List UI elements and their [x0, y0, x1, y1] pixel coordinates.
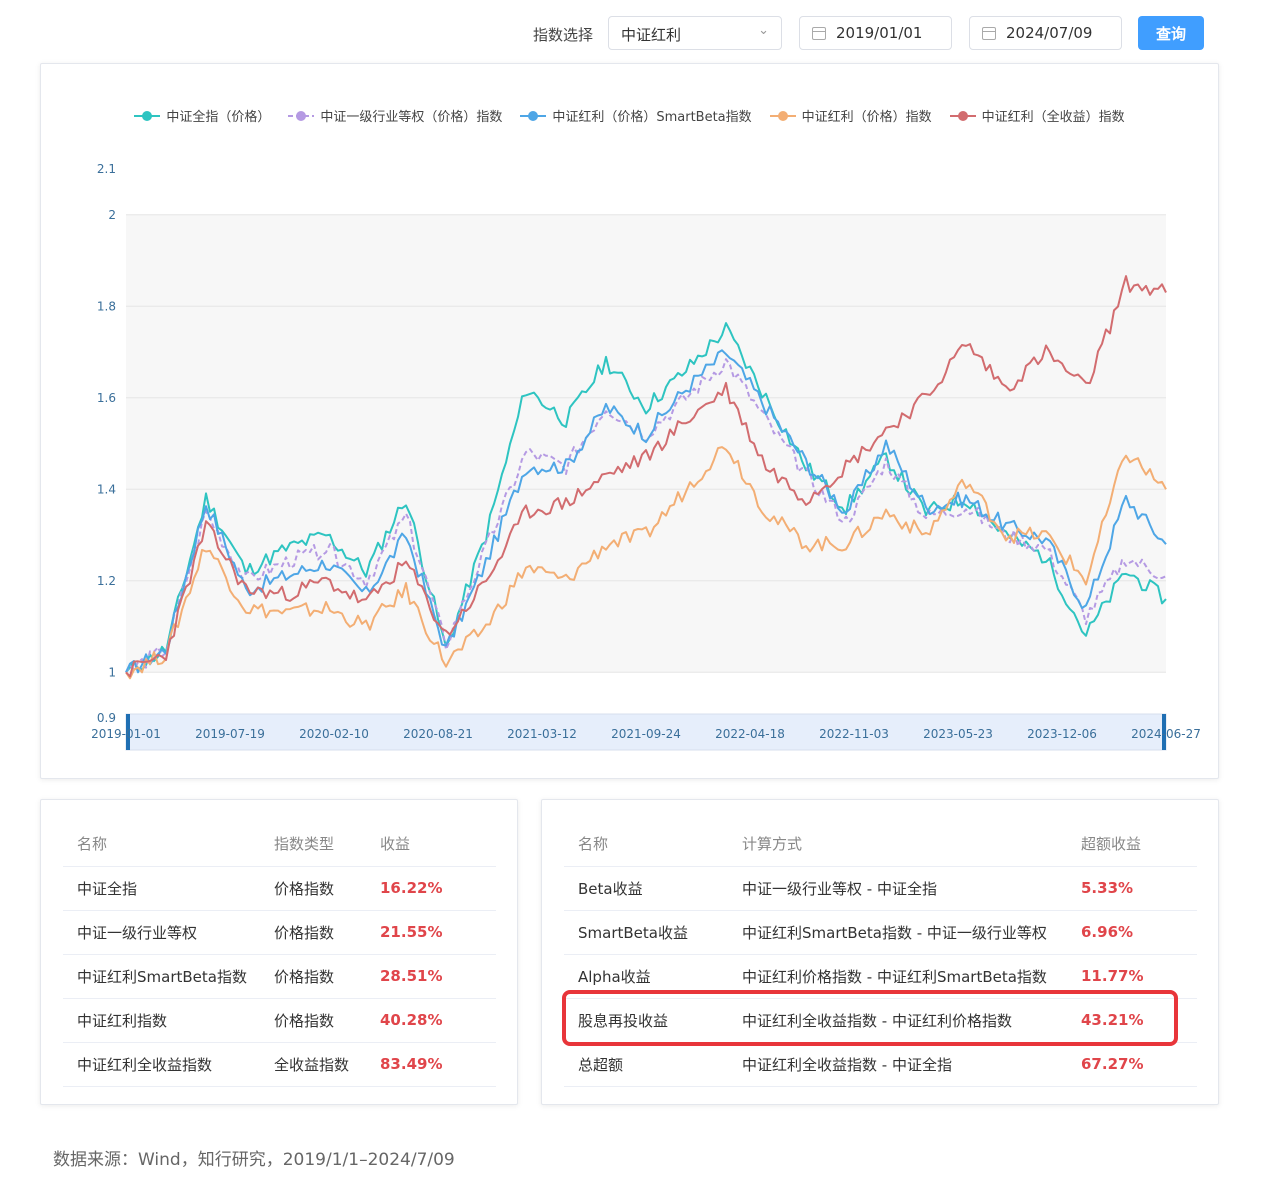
table-row: 中证红利指数 价格指数 40.28%: [63, 998, 496, 1043]
x-tick-label: 2022-04-18: [715, 727, 785, 741]
index-select-value: 中证红利: [621, 26, 682, 44]
y-tick-label: 2.1: [97, 162, 116, 176]
excess-return-table-card: 名称 计算方式 超额收益 Beta收益 中证一级行业等权 - 中证全指 5.33% …: [541, 799, 1219, 1105]
return-value: 28.51%: [366, 954, 496, 999]
column-header: 名称: [63, 822, 260, 867]
x-tick-label: 2023-05-23: [923, 727, 993, 741]
table-row: 中证一级行业等权 价格指数 21.55%: [63, 910, 496, 955]
index-return-table-card: 名称 指数类型 收益 中证全指 价格指数 16.22% 中证一级行业等权 价格指数 21…: [40, 799, 518, 1105]
x-tick-label: 2024-06-27: [1131, 727, 1201, 741]
column-header: 超额收益: [1067, 822, 1197, 867]
column-header: 收益: [366, 822, 496, 867]
x-tick-label: 2021-09-24: [611, 727, 681, 741]
table-row: SmartBeta收益 中证红利SmartBeta指数 - 中证一级行业等权 6.9…: [564, 910, 1197, 955]
return-value: 16.22%: [366, 866, 496, 911]
x-tick-label: 2019-01-01: [91, 727, 161, 741]
start-date-picker[interactable]: 2019/01/01: [799, 16, 952, 50]
return-value: 83.49%: [366, 1042, 496, 1087]
y-tick-label: 1.6: [97, 391, 116, 405]
excess-return-table: 名称 计算方式 超额收益 Beta收益 中证一级行业等权 - 中证全指 5.33% …: [564, 822, 1197, 1087]
column-header: 名称: [564, 822, 728, 867]
highlight-box: [562, 990, 1178, 1046]
excess-value: 5.33%: [1067, 866, 1197, 911]
return-value: 40.28%: [366, 998, 496, 1043]
table-row: 总超额 中证红利全收益指数 - 中证全指 67.27%: [564, 1042, 1197, 1087]
y-tick-label: 0.9: [97, 711, 116, 725]
calendar-icon: [982, 27, 996, 40]
x-tick-label: 2023-12-06: [1027, 727, 1097, 741]
x-tick-label: 2020-02-10: [299, 727, 369, 741]
y-tick-label: 2: [108, 208, 116, 222]
chevron-down-icon: ⌄: [758, 23, 769, 38]
x-tick-label: 2019-07-19: [195, 727, 265, 741]
data-source-note: 数据来源：Wind，知行研究，2019/1/1–2024/7/09: [53, 1150, 455, 1170]
index-select[interactable]: 中证红利 ⌄: [608, 16, 782, 50]
table-row: 中证红利全收益指数 全收益指数 83.49%: [63, 1042, 496, 1087]
index-return-table: 名称 指数类型 收益 中证全指 价格指数 16.22% 中证一级行业等权 价格指数 21…: [63, 822, 496, 1087]
column-header: 计算方式: [728, 822, 1067, 867]
index-select-label: 指数选择: [533, 26, 594, 44]
x-tick-label: 2020-08-21: [403, 727, 473, 741]
calendar-icon: [812, 27, 826, 40]
end-date-value: 2024/07/09: [1006, 24, 1093, 42]
table-row: 中证红利SmartBeta指数 价格指数 28.51%: [63, 954, 496, 999]
y-tick-label: 1.8: [97, 299, 116, 313]
chart-card: 中证全指（价格） 中证一级行业等权（价格）指数 中证红利（价格）SmartBeta指…: [40, 63, 1219, 779]
query-toolbar: 指数选择 中证红利 ⌄ 2019/01/01 2024/07/09 查询: [0, 16, 1280, 52]
table-row: 中证全指 价格指数 16.22%: [63, 866, 496, 911]
y-tick-label: 1: [108, 665, 116, 679]
x-tick-label: 2021-03-12: [507, 727, 577, 741]
line-chart: 0.9 1 1.2 1.4 1.6 1.8 2 2.1 2019-01-01 2019-07-19…: [91, 162, 1201, 751]
y-tick-label: 1.4: [97, 482, 116, 496]
column-header: 指数类型: [260, 822, 366, 867]
excess-value: 67.27%: [1067, 1042, 1197, 1087]
start-date-value: 2019/01/01: [836, 24, 923, 42]
return-value: 21.55%: [366, 910, 496, 955]
y-tick-label: 1.2: [97, 574, 116, 588]
plot-background: [126, 214, 1166, 673]
query-button[interactable]: 查询: [1138, 16, 1204, 50]
x-tick-label: 2022-11-03: [819, 727, 889, 741]
table-row: Beta收益 中证一级行业等权 - 中证全指 5.33%: [564, 866, 1197, 911]
end-date-picker[interactable]: 2024/07/09: [969, 16, 1122, 50]
excess-value: 6.96%: [1067, 910, 1197, 955]
